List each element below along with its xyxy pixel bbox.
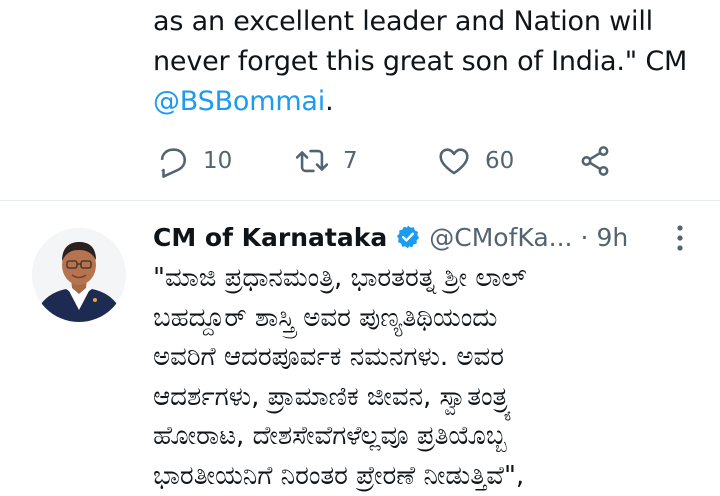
mention-suffix: . — [325, 86, 333, 117]
retweet-count: 7 — [343, 148, 358, 174]
tweet-main-text-line: ಹೋರಾಟ, ದೇಶಸೇವೆಗಳೆಲ್ಲವೂ ಪ್ರತಿಯೊಬ್ಬ — [153, 417, 713, 457]
display-name[interactable]: CM of Karnataka — [153, 223, 387, 252]
tweet-main-text-line: ಭಾರತೀಯನಿಗೆ ನಿರಂತರ ಪ್ರೇರಣೆ ನೀಡುತ್ತಿವೆ", — [153, 457, 713, 496]
reply-icon — [155, 144, 189, 178]
tweet-main-text-line: ಆದರ್ಶಗಳು, ಪ್ರಾಮಾಣಿಕ ಜೀವನ, ಸ್ವಾತಂತ್ರ್ಯ — [153, 378, 713, 418]
avatar[interactable] — [32, 228, 126, 322]
tweet-top-text: as an excellent leader and Nation will n… — [153, 2, 713, 122]
reply-button[interactable]: 10 — [155, 140, 232, 182]
retweet-button[interactable]: 7 — [295, 140, 358, 182]
tweet-main-text-line: ಬಹದ್ದೂರ್ ಶಾಸ್ತ್ರಿ ಅವರ ಪುಣ್ಯತಿಥಿಯಂದು — [153, 299, 713, 339]
more-options-icon[interactable] — [668, 223, 692, 253]
tweet-actions-bar: 10 7 60 — [0, 140, 720, 182]
verified-badge-icon — [395, 224, 421, 250]
tweet-main-text-line: ಅವರಿಗೆ ಆದರಪೂರ್ವಕ ನಮನಗಳು. ಅವರ — [153, 338, 713, 378]
tweet-main-text: "ಮಾಜಿ ಪ್ರಧಾನಮಂತ್ರಿ, ಭಾರತರತ್ನ ಶ್ರೀ ಲಾಲ್ ಬ… — [153, 259, 713, 496]
like-count: 60 — [485, 148, 514, 174]
handle[interactable]: @CMofKa... — [429, 223, 572, 252]
reply-count: 10 — [203, 148, 232, 174]
tweet-main-text-line: "ಮಾಜಿ ಪ್ರಧಾನಮಂತ್ರಿ, ಭಾರತರತ್ನ ಶ್ರೀ ಲಾಲ್ — [153, 259, 713, 299]
heart-icon — [437, 144, 471, 178]
timestamp[interactable]: 9h — [596, 223, 628, 252]
share-button[interactable] — [578, 140, 612, 182]
tweet-main-header: CM of Karnataka @CMofKa... · 9h — [153, 219, 683, 255]
like-button[interactable]: 60 — [437, 140, 514, 182]
mention-link[interactable]: @BSBommai — [153, 86, 325, 117]
tweet-top-text-line: as an excellent leader and Nation will — [153, 2, 713, 42]
retweet-icon — [295, 144, 329, 178]
tweet-top-text-line: never forget this great son of India." C… — [153, 42, 713, 82]
avatar-portrait — [32, 228, 126, 322]
separator-dot: · — [581, 223, 589, 252]
share-icon — [578, 144, 612, 178]
tweet-top-text-line: @BSBommai. — [153, 82, 713, 122]
tweet-top[interactable]: as an excellent leader and Nation will n… — [0, 0, 720, 200]
tweet-main[interactable]: CM of Karnataka @CMofKa... · 9h "ಮಾಜಿ ಪ್… — [0, 201, 720, 475]
